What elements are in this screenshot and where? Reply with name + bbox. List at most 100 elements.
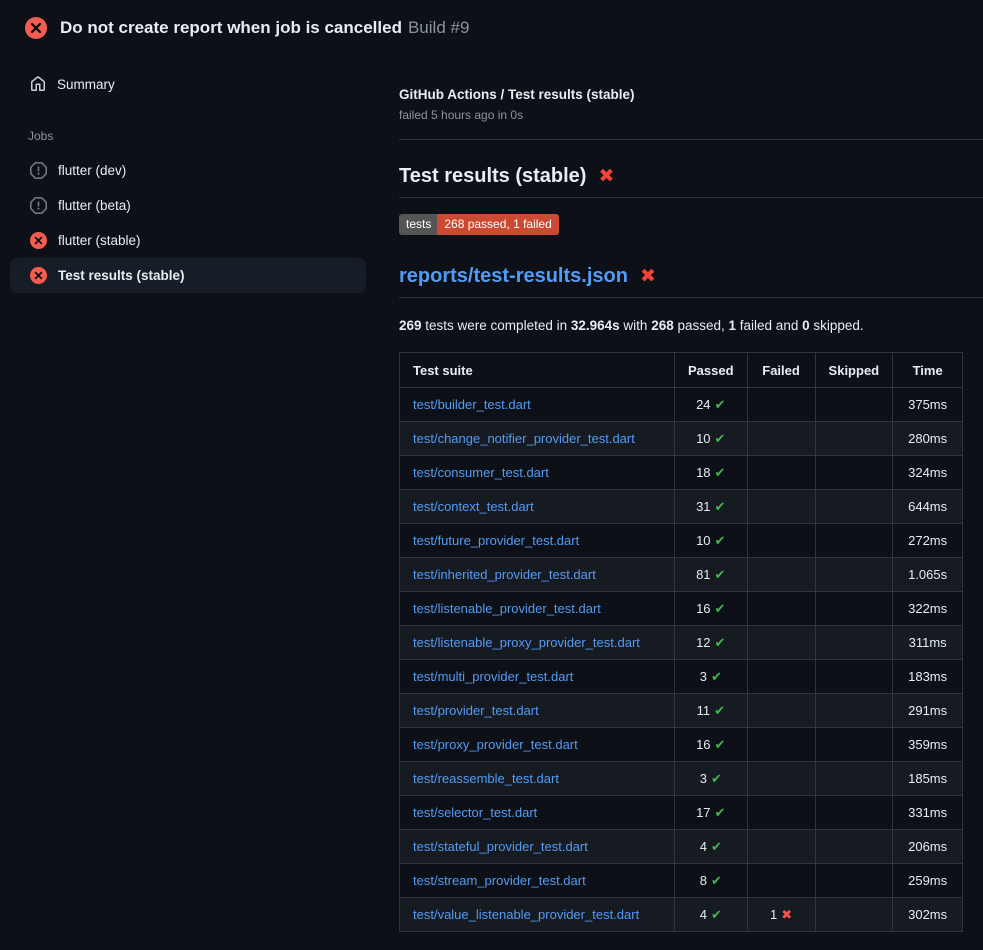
skipped-cell xyxy=(815,456,893,490)
suite-link[interactable]: test/listenable_proxy_provider_test.dart xyxy=(413,635,640,650)
sidebar-item-summary[interactable]: Summary xyxy=(10,67,366,101)
skipped-cell xyxy=(815,796,893,830)
passed-cell: 81✔ xyxy=(675,558,748,592)
time-cell: 183ms xyxy=(893,660,963,694)
jobs-list: flutter (dev) flutter (beta) flutter (st… xyxy=(10,153,366,293)
check-icon: ✔ xyxy=(715,533,726,548)
suite-link[interactable]: test/value_listenable_provider_test.dart xyxy=(413,907,639,922)
check-icon: ✔ xyxy=(715,431,726,446)
time-cell: 644ms xyxy=(893,490,963,524)
table-row: test/inherited_provider_test.dart 81✔ 1.… xyxy=(400,558,963,592)
failed-cell xyxy=(747,694,815,728)
table-row: test/consumer_test.dart 18✔ 324ms xyxy=(400,456,963,490)
status-line: failed 5 hours ago in 0s xyxy=(399,108,983,122)
suite-cell: test/stream_provider_test.dart xyxy=(400,864,675,898)
failed-x-icon: ✖ xyxy=(640,267,656,286)
divider xyxy=(399,297,983,298)
suite-cell: test/inherited_provider_test.dart xyxy=(400,558,675,592)
skipped-cell xyxy=(815,660,893,694)
tests-badge: tests 268 passed, 1 failed xyxy=(399,214,559,235)
job-label: flutter (beta) xyxy=(58,198,131,213)
build-number: Build #9 xyxy=(408,18,469,37)
check-icon: ✔ xyxy=(714,703,725,718)
suite-cell: test/provider_test.dart xyxy=(400,694,675,728)
passed-cell: 16✔ xyxy=(675,728,748,762)
time-cell: 185ms xyxy=(893,762,963,796)
passed-count: 8 xyxy=(700,873,707,888)
column-header: Test suite xyxy=(400,353,675,388)
time-cell: 280ms xyxy=(893,422,963,456)
passed-count: 16 xyxy=(696,737,710,752)
suite-link[interactable]: test/proxy_provider_test.dart xyxy=(413,737,578,752)
report-file-link[interactable]: reports/test-results.json xyxy=(399,265,628,288)
divider xyxy=(399,139,983,140)
passed-cell: 10✔ xyxy=(675,422,748,456)
suite-link[interactable]: test/listenable_provider_test.dart xyxy=(413,601,601,616)
cancelled-icon xyxy=(30,162,47,179)
sidebar: Summary Jobs flutter (dev) flutter (beta… xyxy=(0,53,380,293)
time-cell: 311ms xyxy=(893,626,963,660)
failed-cell xyxy=(747,388,815,422)
check-icon: ✔ xyxy=(711,873,722,888)
column-header: Failed xyxy=(747,353,815,388)
suite-cell: test/listenable_provider_test.dart xyxy=(400,592,675,626)
suite-link[interactable]: test/consumer_test.dart xyxy=(413,465,549,480)
section-title: Test results (stable) xyxy=(399,165,586,188)
time-cell: 206ms xyxy=(893,830,963,864)
skipped-cell xyxy=(815,626,893,660)
skipped-cell xyxy=(815,898,893,932)
suite-link[interactable]: test/stateful_provider_test.dart xyxy=(413,839,588,854)
failed-status-icon xyxy=(25,17,47,39)
run-title: Do not create report when job is cancell… xyxy=(60,18,469,38)
time-cell: 359ms xyxy=(893,728,963,762)
suite-link[interactable]: test/builder_test.dart xyxy=(413,397,531,412)
suite-cell: test/consumer_test.dart xyxy=(400,456,675,490)
suite-link[interactable]: test/multi_provider_test.dart xyxy=(413,669,573,684)
passed-cell: 12✔ xyxy=(675,626,748,660)
suite-link[interactable]: test/inherited_provider_test.dart xyxy=(413,567,596,582)
table-row: test/listenable_provider_test.dart 16✔ 3… xyxy=(400,592,963,626)
suite-link[interactable]: test/change_notifier_provider_test.dart xyxy=(413,431,635,446)
time-cell: 1.065s xyxy=(893,558,963,592)
suite-cell: test/listenable_proxy_provider_test.dart xyxy=(400,626,675,660)
sidebar-job-item[interactable]: Test results (stable) xyxy=(10,258,366,293)
passed-cell: 18✔ xyxy=(675,456,748,490)
suite-link[interactable]: test/selector_test.dart xyxy=(413,805,537,820)
failed-cell: 1✖ xyxy=(747,898,815,932)
summary-label: Summary xyxy=(57,77,115,92)
passed-count: 31 xyxy=(696,499,710,514)
passed-cell: 24✔ xyxy=(675,388,748,422)
table-row: test/stateful_provider_test.dart 4✔ 206m… xyxy=(400,830,963,864)
badge-label: tests xyxy=(399,214,437,235)
results-table-body: test/builder_test.dart 24✔ 375ms test/ch… xyxy=(400,388,963,932)
skipped-cell xyxy=(815,388,893,422)
suite-link[interactable]: test/stream_provider_test.dart xyxy=(413,873,586,888)
failed-cell xyxy=(747,524,815,558)
suite-cell: test/selector_test.dart xyxy=(400,796,675,830)
time-cell: 322ms xyxy=(893,592,963,626)
table-row: test/provider_test.dart 11✔ 291ms xyxy=(400,694,963,728)
passed-count: 11 xyxy=(697,703,711,718)
passed-count: 4 xyxy=(700,839,707,854)
table-row: test/change_notifier_provider_test.dart … xyxy=(400,422,963,456)
suite-link[interactable]: test/context_test.dart xyxy=(413,499,534,514)
failed-count: 1 xyxy=(770,907,777,922)
suite-link[interactable]: test/future_provider_test.dart xyxy=(413,533,579,548)
check-icon: ✔ xyxy=(715,805,726,820)
passed-cell: 3✔ xyxy=(675,762,748,796)
table-row: test/future_provider_test.dart 10✔ 272ms xyxy=(400,524,963,558)
passed-cell: 16✔ xyxy=(675,592,748,626)
suite-link[interactable]: test/reassemble_test.dart xyxy=(413,771,559,786)
job-label: flutter (dev) xyxy=(58,163,126,178)
skipped-cell xyxy=(815,524,893,558)
failed-x-icon: ✖ xyxy=(598,167,614,186)
suite-link[interactable]: test/provider_test.dart xyxy=(413,703,539,718)
report-heading: reports/test-results.json ✖ xyxy=(399,265,983,288)
sidebar-job-item[interactable]: flutter (stable) xyxy=(10,223,366,258)
time-cell: 375ms xyxy=(893,388,963,422)
passed-count: 18 xyxy=(696,465,710,480)
sidebar-job-item[interactable]: flutter (beta) xyxy=(10,188,366,223)
passed-count: 10 xyxy=(696,533,710,548)
passed-cell: 8✔ xyxy=(675,864,748,898)
sidebar-job-item[interactable]: flutter (dev) xyxy=(10,153,366,188)
